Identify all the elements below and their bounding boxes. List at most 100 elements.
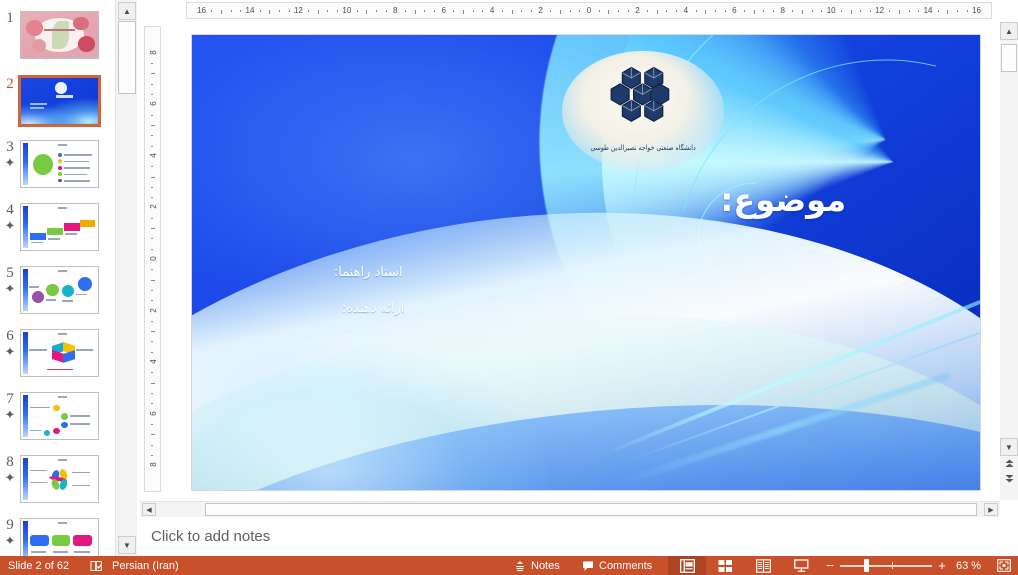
- ruler-minor-tick: [151, 135, 153, 137]
- ruler-minor-tick: [714, 10, 716, 12]
- comments-toggle-button[interactable]: Comments: [576, 556, 658, 575]
- university-logo[interactable]: دانشگاه صنعتی خواجه نصیرالدین طوسی: [562, 50, 724, 172]
- scrollbar-thumb[interactable]: [118, 21, 136, 94]
- view-normal-button[interactable]: [668, 556, 706, 575]
- slide-thumbnail-5[interactable]: 5 ✦: [0, 265, 115, 328]
- ruler-minor-tick: [957, 10, 959, 12]
- slide-sorter-icon: [718, 559, 732, 572]
- fit-slide-to-window-button[interactable]: [995, 557, 1013, 574]
- ruler-minor-tick: [337, 10, 339, 12]
- notes-toggle-button[interactable]: Notes: [508, 556, 566, 575]
- ruler-tick-label: 16: [972, 6, 981, 15]
- thumbnail-image[interactable]: [20, 11, 99, 59]
- ruler-minor-tick: [656, 10, 658, 14]
- ruler-minor-tick: [151, 434, 155, 436]
- zoom-level-label[interactable]: 63 %: [956, 556, 981, 575]
- scrollbar-thumb[interactable]: [1001, 44, 1017, 72]
- ruler-tick-label: 4: [683, 6, 689, 15]
- slide-thumbnail-panel[interactable]: 1 2 3 ✦ 4 ✦ 5 ✦ 6 ✦ 7 ✦ 8 ✦ 9 ✦: [0, 0, 115, 556]
- thumbnail-number: 3: [6, 139, 14, 155]
- slide-editing-area: دانشگاه صنعتی خواجه نصیرالدین طوسی موضوع…: [164, 22, 1004, 500]
- thumbnail-number: 8: [6, 454, 14, 470]
- slide-pane-scrollbar[interactable]: ▲ ▼: [1000, 22, 1018, 456]
- slide-thumbnail-4[interactable]: 4 ✦: [0, 202, 115, 265]
- thumbnail-image[interactable]: [20, 140, 99, 188]
- thumbnail-image[interactable]: [20, 455, 99, 503]
- ruler-minor-tick: [404, 10, 406, 12]
- ruler-minor-tick: [151, 331, 155, 333]
- ruler-minor-tick: [317, 10, 319, 14]
- next-slide-button[interactable]: [1001, 471, 1017, 485]
- ruler-tick-label: 14: [923, 6, 933, 15]
- view-reading-button[interactable]: [744, 556, 782, 575]
- ruler-minor-tick: [530, 10, 532, 12]
- thumbnail-image[interactable]: [20, 203, 99, 251]
- thumbnail-number: 2: [6, 76, 14, 92]
- slide-thumbnail-6[interactable]: 6 ✦: [0, 328, 115, 391]
- slide-indicator[interactable]: Slide 2 of 62: [2, 556, 75, 575]
- ruler-tick-label: 6: [441, 6, 446, 15]
- notes-placeholder[interactable]: Click to add notes: [151, 528, 270, 545]
- zoom-slider-handle[interactable]: [864, 559, 869, 572]
- animation-star-icon: ✦: [4, 281, 16, 296]
- thumbnail-number: 6: [6, 328, 14, 344]
- zoom-out-button[interactable]: −: [822, 556, 838, 575]
- animation-star-icon: ✦: [4, 533, 16, 548]
- horizontal-scrollbar-thumb[interactable]: [205, 503, 977, 516]
- ruler-tick-label: 6: [149, 101, 158, 107]
- view-slide-sorter-button[interactable]: [706, 556, 744, 575]
- horizontal-scrollbar[interactable]: ◀ ▶: [140, 501, 1000, 517]
- supervisor-label[interactable]: استاد راهنما:: [334, 265, 403, 280]
- ruler-minor-tick: [724, 10, 726, 12]
- ruler-minor-tick: [230, 10, 232, 12]
- ruler-minor-tick: [151, 83, 153, 85]
- notes-pane[interactable]: Click to add notes: [140, 519, 1018, 556]
- previous-slide-button[interactable]: [1001, 456, 1017, 470]
- slide-title-text[interactable]: موضوع:: [721, 181, 847, 219]
- notes-label: Notes: [531, 559, 560, 572]
- thumbnail-number: 1: [6, 10, 14, 26]
- slide-thumbnail-1[interactable]: 1: [0, 10, 115, 73]
- ruler-tick-label: 14: [245, 6, 255, 15]
- scroll-down-button[interactable]: ▼: [1000, 438, 1018, 456]
- ruler-minor-tick: [850, 10, 852, 14]
- animation-star-icon: ✦: [4, 470, 16, 485]
- ruler-minor-tick: [220, 10, 222, 14]
- view-slideshow-button[interactable]: [782, 556, 820, 575]
- thumbnail-image[interactable]: [20, 266, 99, 314]
- scroll-up-button[interactable]: ▲: [118, 2, 136, 20]
- ruler-tick-label: 2: [538, 6, 543, 15]
- ruler-minor-tick: [453, 10, 455, 12]
- ruler-tick-label: 2: [149, 204, 158, 210]
- ruler-minor-tick: [151, 186, 153, 188]
- ruler-tick-label: 12: [875, 6, 885, 15]
- current-slide[interactable]: دانشگاه صنعتی خواجه نصیرالدین طوسی موضوع…: [192, 35, 980, 490]
- slide-thumbnail-7[interactable]: 7 ✦: [0, 391, 115, 454]
- thumbnail-image[interactable]: [18, 75, 101, 127]
- presenter-label[interactable]: ارائه دهنده:: [342, 301, 405, 316]
- ruler-minor-tick: [937, 10, 939, 12]
- slide-thumbnail-9[interactable]: 9 ✦: [0, 517, 115, 556]
- ruler-minor-tick: [151, 393, 153, 395]
- ruler-minor-tick: [550, 10, 552, 12]
- slide-thumbnail-3[interactable]: 3 ✦: [0, 139, 115, 202]
- thumbnail-image[interactable]: [20, 329, 99, 377]
- animation-star-icon: ✦: [4, 155, 16, 170]
- ruler-minor-tick: [501, 10, 503, 12]
- language-indicator[interactable]: Persian (Iran): [106, 556, 185, 575]
- ruler-minor-tick: [773, 10, 775, 12]
- thumbnail-image[interactable]: [20, 392, 99, 440]
- thumbnail-image[interactable]: [20, 518, 99, 556]
- scroll-up-button[interactable]: ▲: [1000, 22, 1018, 40]
- slide-navigation-buttons[interactable]: [1000, 456, 1018, 500]
- ruler-minor-tick: [869, 10, 871, 12]
- zoom-slider-track[interactable]: [840, 565, 932, 567]
- scroll-left-button[interactable]: ◀: [142, 503, 156, 516]
- ruler-minor-tick: [743, 10, 745, 12]
- scroll-down-button[interactable]: ▼: [118, 536, 136, 554]
- slide-thumbnail-8[interactable]: 8 ✦: [0, 454, 115, 517]
- slide-thumbnail-2[interactable]: 2: [0, 75, 115, 139]
- zoom-in-button[interactable]: +: [934, 556, 950, 575]
- scroll-right-button[interactable]: ▶: [984, 503, 998, 516]
- thumbnail-panel-scrollbar[interactable]: ▲ ▼: [115, 0, 137, 556]
